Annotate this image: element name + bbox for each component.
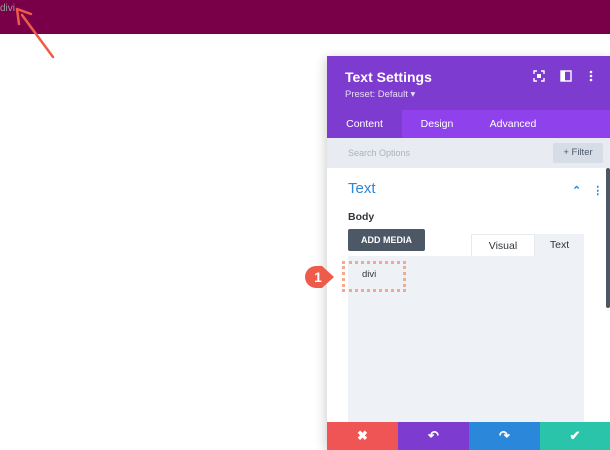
editor-tab-visual[interactable]: Visual <box>471 234 535 256</box>
more-vertical-icon[interactable]: ⋮ <box>592 185 603 197</box>
settings-tabs: Content Design Advanced <box>327 110 610 138</box>
editor-tab-text[interactable]: Text <box>535 234 584 256</box>
body-label: Body <box>348 211 375 223</box>
tab-advanced[interactable]: Advanced <box>472 110 554 138</box>
redo-button[interactable]: ↷ <box>469 422 540 450</box>
save-button[interactable]: ✔ <box>540 422 610 450</box>
undo-button[interactable]: ↶ <box>398 422 469 450</box>
search-options-input[interactable]: Search Options <box>348 148 410 158</box>
preset-dropdown[interactable]: Preset: Default ▾ <box>345 89 415 100</box>
text-settings-panel: Text Settings Preset: Default ▾ Content … <box>327 56 610 450</box>
tab-design[interactable]: Design <box>402 110 472 138</box>
expand-icon[interactable] <box>532 70 546 84</box>
annotation-arrow-icon <box>15 7 55 59</box>
columns-icon[interactable] <box>559 70 573 84</box>
panel-header: Text Settings Preset: Default ▾ <box>327 56 610 110</box>
step-badge-icon: 1 <box>305 266 334 288</box>
screen: divi Text Settings Preset: Default ▾ Con… <box>0 0 610 450</box>
add-media-button[interactable]: ADD MEDIA <box>348 229 425 251</box>
section-controls: ⌃ ⋮ <box>572 184 603 197</box>
more-vertical-icon[interactable] <box>584 70 598 84</box>
text-section: Text ⌃ ⋮ Body ADD MEDIA Visual Text divi… <box>327 168 610 450</box>
panel-footer: ✖ ↶ ↷ ✔ <box>327 422 610 450</box>
search-options-row: Search Options + Filter <box>327 138 610 168</box>
chevron-up-icon[interactable]: ⌃ <box>572 185 581 197</box>
panel-title: Text Settings <box>345 69 432 85</box>
step-badge-number: 1 <box>314 269 322 285</box>
tab-content[interactable]: Content <box>327 110 402 138</box>
filter-button[interactable]: + Filter <box>553 143 603 163</box>
panel-scrollbar[interactable] <box>606 168 610 308</box>
top-bar: divi <box>0 0 610 34</box>
section-title[interactable]: Text <box>348 180 376 197</box>
cancel-button[interactable]: ✖ <box>327 422 398 450</box>
highlight-box <box>342 261 406 292</box>
